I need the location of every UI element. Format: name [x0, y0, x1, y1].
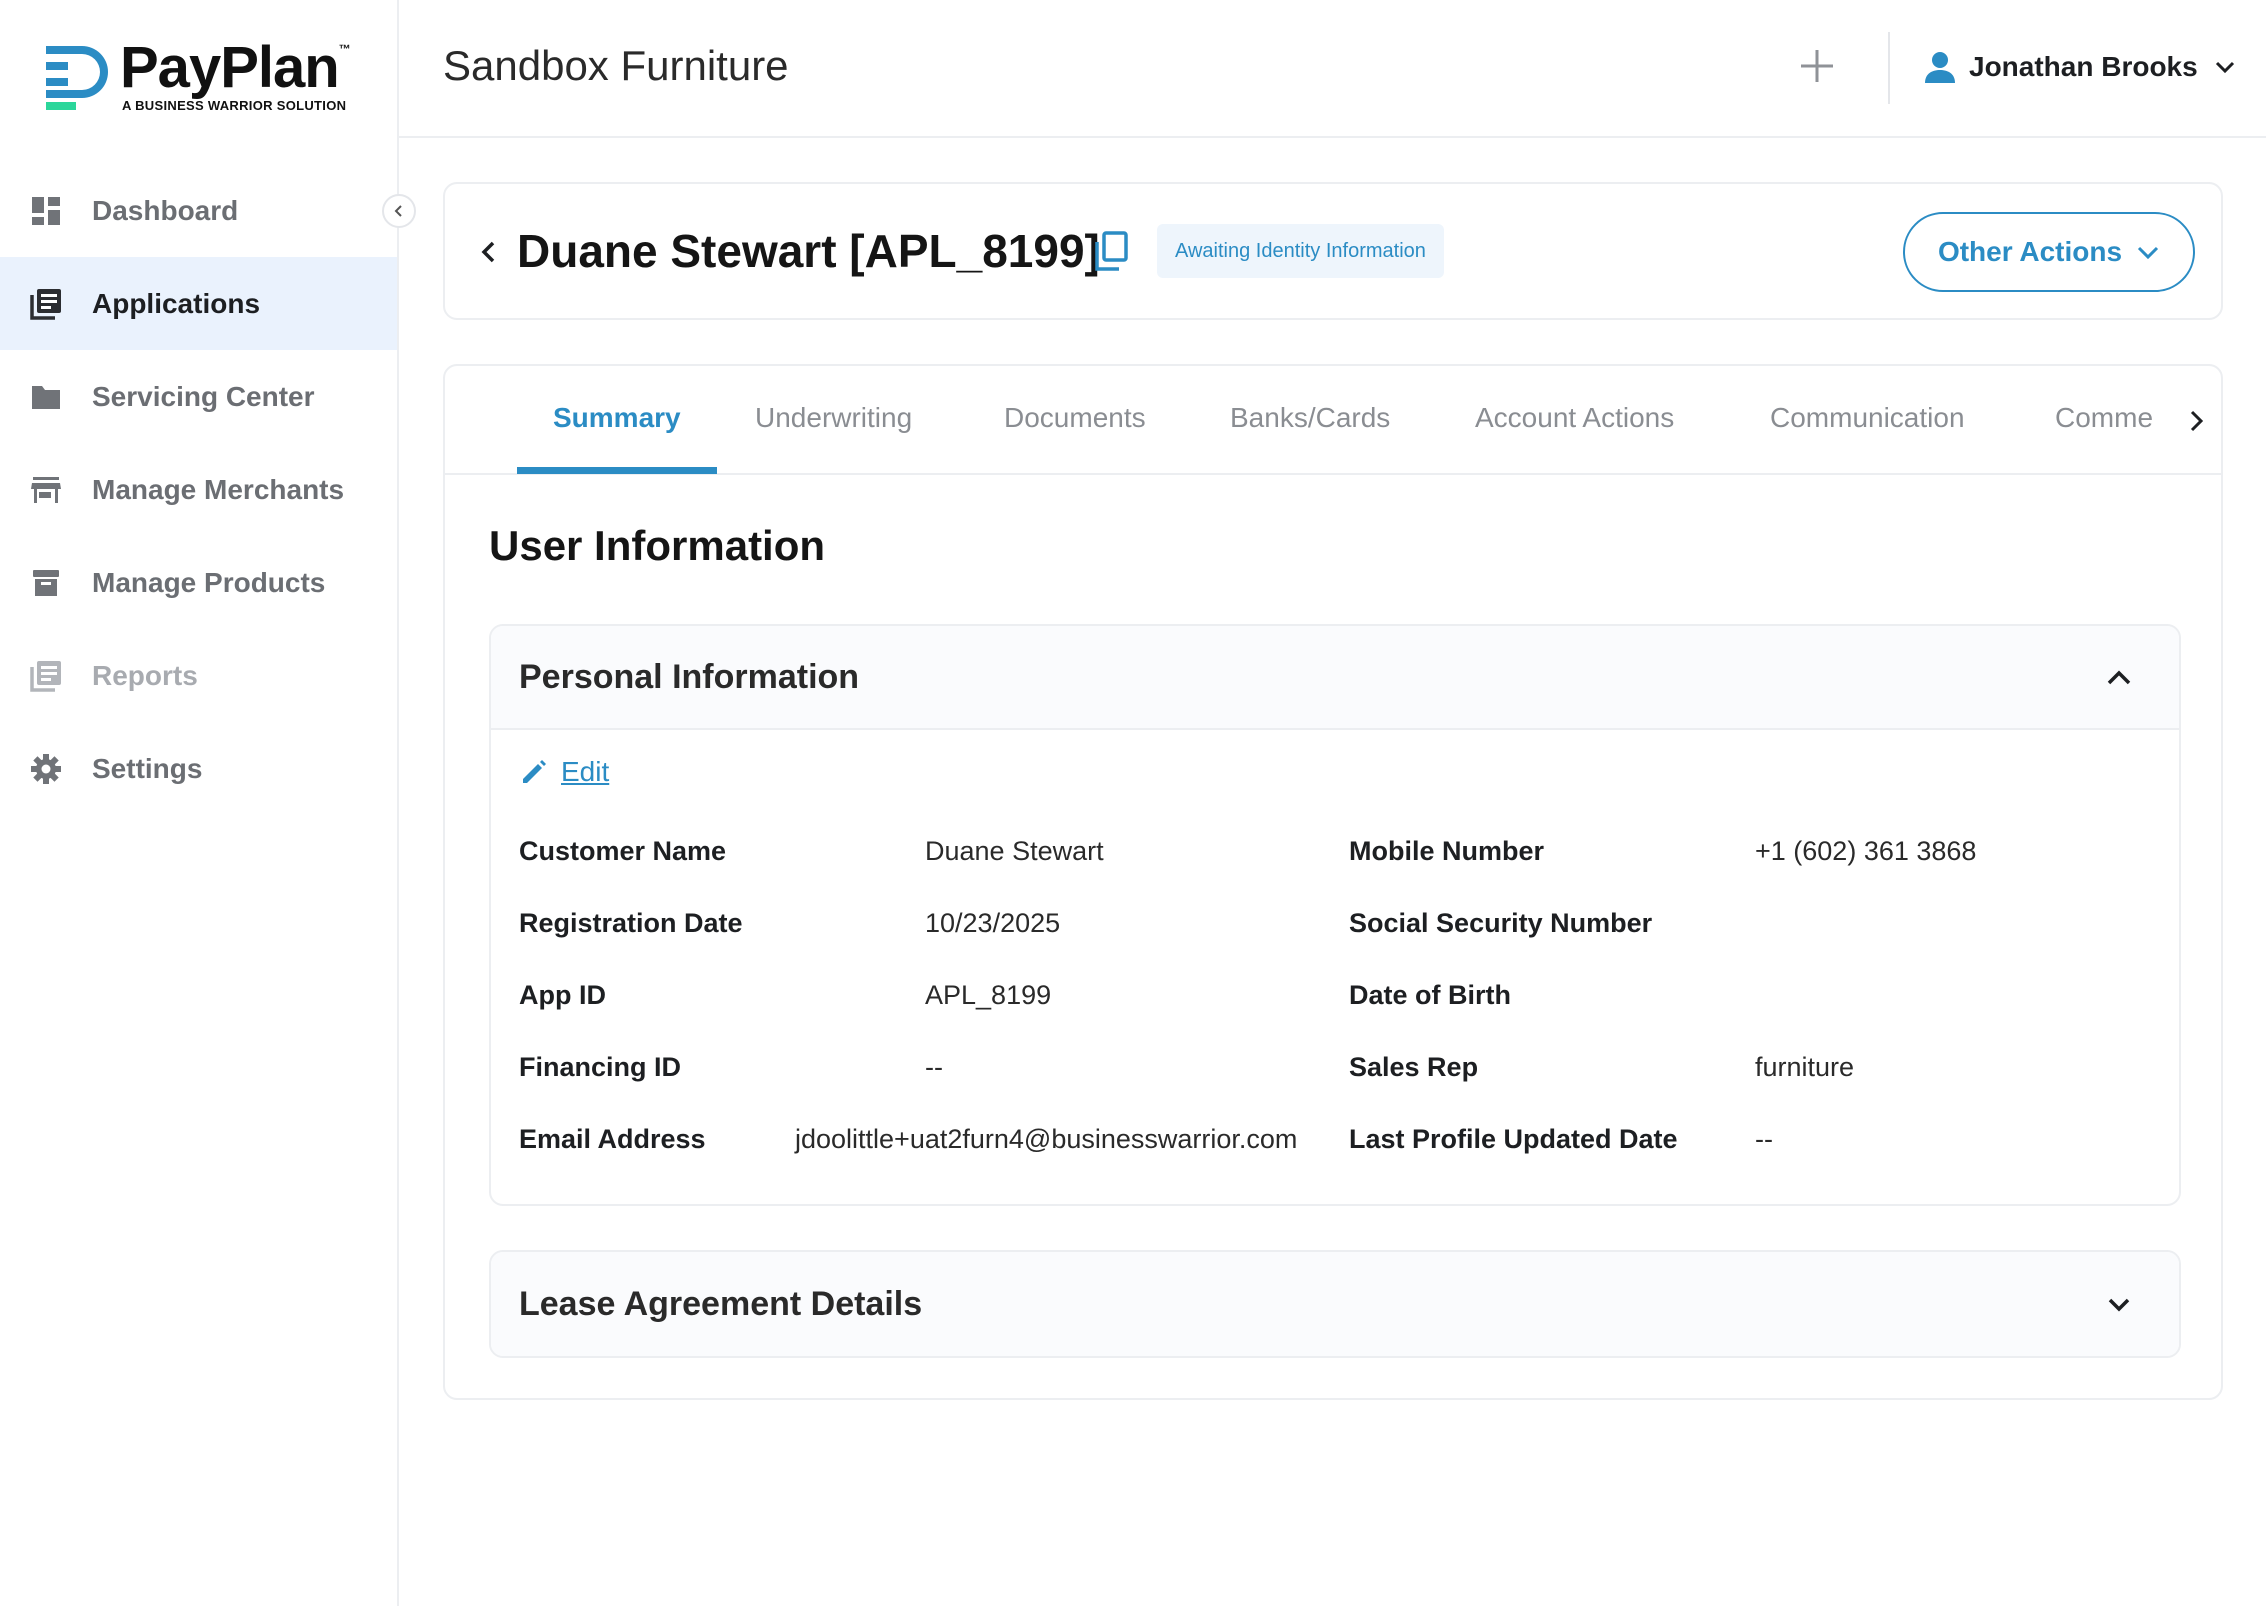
- gear-icon: [28, 751, 64, 787]
- panel-title: Personal Information: [519, 657, 860, 696]
- field-value-sales-rep: furniture: [1755, 1052, 1855, 1082]
- payplan-logo[interactable]: PayPlan™ A BUSINESS WARRIOR SOLUTION: [46, 35, 366, 116]
- tab-comments[interactable]: Comme: [2055, 402, 2153, 434]
- chevron-right-icon: [2190, 410, 2204, 432]
- tab-bar: Summary Underwriting Documents Banks/Car…: [445, 366, 2221, 475]
- sidebar-item-reports[interactable]: Reports: [0, 629, 397, 722]
- sidebar-item-label: Applications: [92, 287, 261, 319]
- back-button[interactable]: [471, 234, 507, 270]
- dashboard-icon: [28, 193, 64, 229]
- tab-account-actions[interactable]: Account Actions: [1475, 402, 1674, 434]
- lease-agreement-panel: Lease Agreement Details: [489, 1250, 2181, 1358]
- field-value-registration-date: 10/23/2025: [925, 908, 1061, 938]
- field-value-customer-name: Duane Stewart: [925, 836, 1104, 866]
- logo-tagline: A BUSINESS WARRIOR SOLUTION: [122, 98, 347, 113]
- field-label-financing-id: Financing ID: [519, 1052, 681, 1082]
- user-menu[interactable]: Jonathan Brooks: [1923, 44, 2236, 90]
- copy-icon: [1095, 231, 1128, 271]
- section-title: User Information: [489, 522, 826, 569]
- store-icon: [28, 472, 64, 508]
- sidebar-item-label: Reports: [92, 659, 198, 691]
- application-title: Duane Stewart [APL_8199]: [517, 225, 1100, 277]
- field-label-ssn: Social Security Number: [1349, 908, 1653, 938]
- chevron-left-icon: [394, 205, 402, 217]
- tab-banks-cards[interactable]: Banks/Cards: [1230, 402, 1390, 434]
- applications-icon: [28, 286, 64, 322]
- payplan-logo-mark-icon: [46, 46, 108, 110]
- chevron-up-icon: [2107, 670, 2131, 685]
- field-label-last-profile-updated: Last Profile Updated Date: [1349, 1124, 1678, 1154]
- sidebar-item-servicing-center[interactable]: Servicing Center: [0, 350, 397, 443]
- sidebar-collapse-button[interactable]: [382, 194, 416, 228]
- pencil-icon: [523, 760, 546, 783]
- sidebar-nav: Dashboard Applications Servicing Center …: [0, 164, 397, 815]
- chevron-left-icon: [481, 241, 495, 263]
- field-label-mobile-number: Mobile Number: [1349, 836, 1545, 866]
- field-label-sales-rep: Sales Rep: [1349, 1052, 1479, 1082]
- other-actions-label: Other Actions: [1937, 236, 2123, 267]
- field-value-last-profile-updated: --: [1755, 1124, 1773, 1154]
- tabs-scroll-right-button[interactable]: [2181, 406, 2211, 436]
- status-badge: Awaiting Identity Information: [1157, 224, 1444, 278]
- active-tab-indicator: [517, 467, 717, 474]
- tab-documents[interactable]: Documents: [1004, 402, 1146, 434]
- field-label-email-address: Email Address: [519, 1124, 706, 1154]
- plus-icon: [1801, 50, 1833, 82]
- field-label-customer-name: Customer Name: [519, 836, 727, 866]
- tab-summary[interactable]: Summary: [553, 402, 681, 434]
- application-title-card: Duane Stewart [APL_8199] Awaiting Identi…: [443, 182, 2223, 320]
- user-icon: [1925, 52, 1955, 83]
- copy-button[interactable]: [1091, 230, 1131, 274]
- payplan-logo-text: PayPlan™: [120, 35, 351, 100]
- panel-title: Lease Agreement Details: [519, 1284, 923, 1323]
- sidebar-item-label: Manage Merchants: [92, 473, 345, 505]
- other-actions-button[interactable]: Other Actions: [1903, 212, 2195, 292]
- personal-information-header[interactable]: Personal Information: [491, 626, 2179, 730]
- field-value-email-address: jdoolittle+uat2furn4@businesswarrior.com: [795, 1124, 1298, 1154]
- chevron-down-icon: [2215, 61, 2234, 74]
- merchant-title: Sandbox Furniture: [443, 42, 789, 89]
- field-value-financing-id: --: [925, 1052, 943, 1082]
- chevron-down-icon: [2137, 246, 2159, 260]
- sidebar-item-applications[interactable]: Applications: [0, 257, 397, 350]
- sidebar-item-label: Servicing Center: [92, 380, 315, 412]
- personal-information-panel: Personal Information Edit Customer Name …: [489, 624, 2181, 1206]
- sidebar: PayPlan™ A BUSINESS WARRIOR SOLUTION Das…: [0, 0, 399, 1606]
- field-label-date-of-birth: Date of Birth: [1349, 980, 1511, 1010]
- tab-communication[interactable]: Communication: [1770, 402, 1965, 434]
- field-label-registration-date: Registration Date: [519, 908, 743, 938]
- tab-overflow-clip: Comme: [2055, 396, 2185, 446]
- edit-link[interactable]: Edit: [519, 756, 609, 788]
- sidebar-item-settings[interactable]: Settings: [0, 722, 397, 815]
- user-name: Jonathan Brooks: [1969, 51, 2198, 82]
- archive-icon: [28, 565, 64, 601]
- chevron-down-icon: [2108, 1298, 2130, 1312]
- sidebar-item-label: Settings: [92, 752, 203, 784]
- sidebar-item-dashboard[interactable]: Dashboard: [0, 164, 397, 257]
- sidebar-item-manage-products[interactable]: Manage Products: [0, 536, 397, 629]
- header-divider: [1888, 32, 1890, 104]
- sidebar-item-manage-merchants[interactable]: Manage Merchants: [0, 443, 397, 536]
- tab-underwriting[interactable]: Underwriting: [755, 402, 912, 434]
- edit-label: Edit: [561, 756, 610, 787]
- folder-icon: [28, 379, 64, 415]
- field-value-app-id: APL_8199: [925, 980, 1052, 1010]
- add-button[interactable]: [1797, 46, 1837, 86]
- sidebar-item-label: Manage Products: [92, 566, 326, 598]
- reports-icon: [28, 658, 64, 694]
- lease-agreement-header[interactable]: Lease Agreement Details: [491, 1252, 2179, 1356]
- sidebar-item-label: Dashboard: [92, 194, 239, 226]
- field-value-mobile-number: +1 (602) 361 3868: [1755, 836, 1977, 866]
- field-label-app-id: App ID: [519, 980, 606, 1010]
- application-detail-card: Summary Underwriting Documents Banks/Car…: [443, 364, 2223, 1400]
- top-header: Sandbox Furniture Jonathan Brooks: [399, 0, 2266, 138]
